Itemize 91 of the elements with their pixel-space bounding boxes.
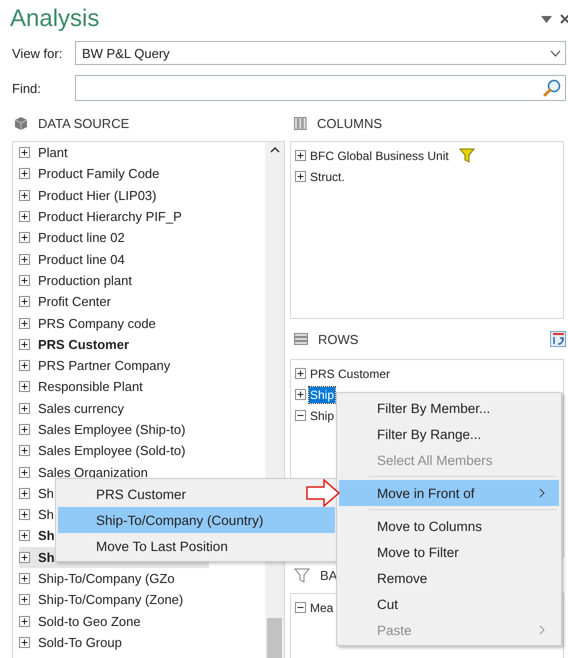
field-item[interactable]: PRS Company code [38, 316, 156, 331]
expand-icon[interactable] [19, 190, 30, 201]
expand-icon[interactable] [19, 211, 30, 222]
expand-icon[interactable] [19, 616, 30, 627]
expand-icon[interactable] [19, 594, 30, 606]
swap-axes-icon[interactable] [550, 331, 566, 347]
field-item[interactable]: Sales Employee (Ship-to) [38, 422, 186, 437]
expand-icon[interactable] [19, 445, 30, 456]
collapse-icon[interactable] [295, 602, 306, 613]
expand-icon[interactable] [19, 318, 30, 329]
field-item[interactable]: Sh [38, 550, 55, 565]
find-label: Find: [12, 80, 42, 96]
field-item[interactable]: Sold-to Geo Zone [38, 614, 141, 629]
cube-icon [14, 116, 28, 130]
tree-item[interactable]: Struct. [309, 168, 346, 184]
expand-icon[interactable] [19, 636, 30, 648]
field-item[interactable]: Sales Organization [38, 464, 148, 480]
field-item[interactable]: Product line 02 [38, 230, 125, 246]
expand-icon[interactable] [19, 338, 30, 350]
view-for-dropdown[interactable]: BW P&L Query [75, 41, 566, 65]
field-item[interactable]: Responsible Plant [38, 379, 143, 394]
field-item[interactable]: Production plant [38, 272, 132, 288]
field-item[interactable]: Sales currency [38, 400, 124, 416]
section-title: DATA SOURCE [38, 116, 130, 130]
menu-item[interactable]: Move in Front of [339, 480, 559, 506]
field-item[interactable]: Ship-To/Company (GZo [38, 571, 175, 586]
search-icon[interactable] [543, 79, 561, 97]
expand-icon[interactable] [19, 424, 30, 435]
tree-item[interactable]: Mea [309, 600, 334, 616]
field-item[interactable]: Sales Employee (Sold-to) [38, 443, 186, 458]
expand-icon[interactable] [19, 296, 30, 308]
expand-icon[interactable] [295, 150, 306, 161]
filter-icon [458, 148, 475, 163]
panel-title: Analysis [10, 5, 100, 33]
menu-item[interactable]: Ship-To/Company (Country) [58, 507, 335, 533]
expand-icon[interactable] [19, 509, 30, 520]
field-item[interactable]: Product line 04 [38, 252, 125, 267]
expand-icon[interactable] [19, 274, 30, 286]
menu-item[interactable]: Move to Filter [339, 539, 559, 565]
columns-icon [294, 116, 307, 130]
tree-item[interactable]: Ship [309, 408, 336, 424]
expand-icon[interactable] [295, 368, 306, 379]
field-item[interactable]: Product Hierarchy PIF_P [38, 209, 182, 224]
view-for-label: View for: [12, 46, 64, 60]
expand-icon[interactable] [19, 488, 30, 499]
pointer-arrow-icon [306, 479, 340, 507]
chevron-down-icon [550, 50, 561, 56]
menu-item[interactable]: Remove [339, 565, 559, 591]
field-item[interactable]: Profit Center [38, 294, 111, 310]
expand-icon[interactable] [295, 171, 306, 182]
field-item[interactable]: Sold-To Group [38, 634, 122, 650]
expand-icon[interactable] [19, 552, 30, 563]
expand-icon[interactable] [295, 389, 306, 400]
expand-icon[interactable] [19, 147, 30, 158]
field-item[interactable]: Plant [38, 145, 68, 160]
tree-item[interactable]: PRS Customer [309, 366, 392, 382]
menu-item[interactable]: Filter By Member... [339, 395, 559, 421]
menu-item[interactable]: Move to Columns [339, 513, 559, 539]
field-item[interactable]: Ship-To/Company (Zone) [38, 592, 184, 608]
menu-item[interactable]: Filter By Range... [339, 421, 559, 447]
dropdown-caret-icon[interactable] [541, 16, 552, 22]
expand-icon[interactable] [19, 232, 30, 244]
expand-icon[interactable] [19, 360, 30, 372]
rows-icon [294, 333, 308, 345]
section-title: BA [320, 568, 338, 582]
tree-item[interactable]: Ship [309, 386, 336, 402]
menu-item[interactable]: Move To Last Position [58, 533, 301, 559]
field-item[interactable]: Sh [38, 507, 54, 522]
expand-icon[interactable] [19, 168, 30, 180]
find-field[interactable] [75, 75, 566, 101]
expand-icon[interactable] [19, 466, 30, 478]
field-item[interactable]: Product Family Code [38, 166, 160, 182]
menu-item[interactable]: Cut [339, 591, 559, 617]
field-item[interactable]: PRS Partner Company [38, 358, 170, 374]
filter-icon [294, 568, 310, 582]
section-title: ROWS [318, 332, 358, 346]
expand-icon[interactable] [19, 530, 30, 542]
expand-icon[interactable] [19, 573, 30, 584]
field-item[interactable]: Product Hier (LIP03) [38, 188, 156, 203]
field-item[interactable]: Sh [38, 486, 54, 501]
tree-item[interactable]: BFC Global Business Unit [309, 148, 450, 164]
field-item[interactable]: Sh [38, 528, 55, 544]
scrollbar-thumb[interactable] [267, 618, 282, 658]
expand-icon[interactable] [19, 381, 30, 392]
expand-icon[interactable] [19, 254, 30, 265]
collapse-icon[interactable] [295, 410, 306, 421]
menu-item[interactable]: PRS Customer [58, 481, 301, 507]
section-title: COLUMNS [317, 116, 382, 130]
close-icon[interactable] [560, 14, 568, 24]
field-item[interactable]: PRS Customer [38, 336, 130, 352]
expand-icon[interactable] [19, 402, 30, 414]
